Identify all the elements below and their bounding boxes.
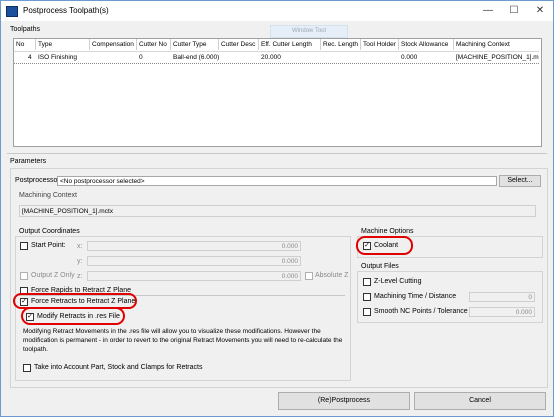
divider (7, 153, 547, 154)
col-header-type[interactable]: Type (36, 39, 90, 50)
cell-stock-allowance: 0.000 (401, 54, 418, 61)
z-label: z: (77, 273, 83, 280)
y-field[interactable]: 0.000 (87, 256, 301, 266)
cancel-button[interactable]: Cancel (414, 392, 546, 410)
col-header-cutter-desc[interactable]: Cutter Desc (219, 39, 259, 50)
col-header-cutter-type[interactable]: Cutter Type (171, 39, 219, 50)
machining-context-field: [MACHINE_POSITION_1].mctx (19, 205, 536, 217)
take-into-account-label: Take into Account Part, Stock and Clamps… (34, 364, 203, 371)
cell-type: ISO Finishing (38, 54, 78, 61)
postprocessor-label: Postprocessor (15, 177, 60, 184)
cell-cutter-type: Ball-end (6.000) (173, 54, 219, 61)
smooth-nc-label: Smooth NC Points / Tolerance (374, 308, 468, 315)
z-level-cutting-label: Z-Level Cutting (374, 278, 422, 285)
table-row[interactable]: 4 ISO Finishing 0 Ball-end (6.000) 20.00… (14, 51, 539, 64)
highlight-coolant (356, 236, 413, 255)
col-header-machining-context[interactable]: Machining Context (454, 39, 541, 50)
parameters-label: Parameters (10, 158, 47, 165)
table-header: No Type Compensation Cutter No Cutter Ty… (14, 39, 541, 50)
machining-context-label: Machining Context (19, 192, 77, 199)
z-field[interactable]: 0.000 (87, 271, 301, 281)
col-header-rec-length[interactable]: Rec. Length (321, 39, 361, 50)
start-point-checkbox[interactable] (20, 242, 28, 250)
col-header-cutter-no[interactable]: Cutter No (137, 39, 171, 50)
toolpaths-table[interactable]: No Type Compensation Cutter No Cutter Ty… (13, 38, 542, 147)
retract-description: Modifying Retract Movements in the .res … (23, 328, 343, 353)
output-z-only-checkbox[interactable] (20, 272, 28, 280)
col-header-no[interactable]: No (14, 39, 36, 50)
machine-options-label: Machine Options (361, 228, 414, 235)
select-button[interactable]: Select... (499, 175, 541, 187)
minimize-button[interactable]: — (475, 1, 501, 21)
col-header-compensation[interactable]: Compensation (90, 39, 137, 50)
window-tool-hint[interactable]: Window Tool (270, 25, 348, 38)
x-field[interactable]: 0.000 (87, 241, 301, 251)
window-title: Postprocess Toolpath(s) (23, 6, 109, 15)
col-header-eff-length[interactable]: Eff. Cutter Length (259, 39, 321, 50)
start-point-label: Start Point: (31, 242, 66, 249)
close-button[interactable]: ✕ (527, 1, 553, 21)
postprocessor-field[interactable]: <No postprocessor selected> (57, 176, 497, 186)
output-coordinates-label: Output Coordinates (19, 228, 80, 235)
highlight-modify-retracts (21, 307, 125, 325)
smooth-nc-field[interactable]: 0.000 (469, 307, 535, 317)
take-into-account-checkbox[interactable] (23, 364, 31, 372)
output-files-label: Output Files (361, 263, 399, 270)
cell-no: 4 (28, 54, 32, 61)
toolpaths-label: Toolpaths (10, 26, 40, 33)
machining-time-checkbox[interactable] (363, 293, 371, 301)
x-label: x: (77, 243, 83, 250)
maximize-button[interactable]: ☐ (501, 1, 527, 21)
dialog-window: Postprocess Toolpath(s) — ☐ ✕ Toolpaths … (0, 0, 554, 417)
smooth-nc-checkbox[interactable] (363, 308, 371, 316)
machining-time-field[interactable]: 0 (469, 292, 535, 302)
postprocess-button[interactable]: (Re)Postprocess (278, 392, 410, 410)
z-level-cutting-checkbox[interactable] (363, 278, 371, 286)
y-label: y: (77, 258, 83, 265)
cell-eff-length: 20.000 (261, 54, 281, 61)
app-icon (6, 6, 18, 17)
col-header-stock-allowance[interactable]: Stock Allowance (399, 39, 454, 50)
absolute-z-label: Absolute Z (315, 272, 349, 279)
cell-machining-context: [MACHINE_POSITION_1].mctx (456, 54, 539, 61)
absolute-z-checkbox[interactable] (305, 272, 313, 280)
machining-time-label: Machining Time / Distance (374, 293, 457, 300)
cell-cutter-no: 0 (139, 54, 143, 61)
title-bar[interactable]: Postprocess Toolpath(s) — ☐ ✕ (1, 1, 553, 21)
output-z-only-label: Output Z Only (31, 272, 75, 279)
col-header-tool-holder[interactable]: Tool Holder (361, 39, 399, 50)
